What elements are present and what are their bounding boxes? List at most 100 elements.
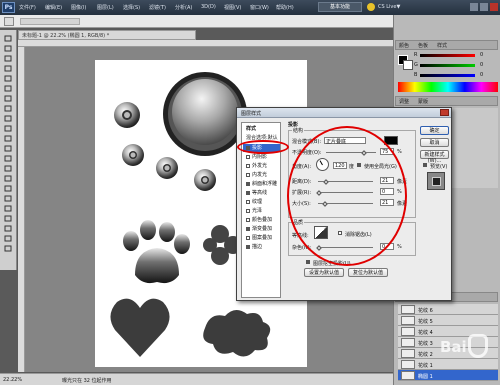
tool-icon[interactable] [3, 134, 13, 143]
tool-icon[interactable] [3, 204, 13, 213]
style-item[interactable]: 外发光 [243, 162, 280, 170]
menu-image[interactable]: 图像(I) [71, 4, 86, 11]
style-checkbox[interactable] [246, 154, 250, 159]
tool-icon[interactable] [3, 214, 13, 223]
cslive-button[interactable]: CS Live▼ [378, 4, 400, 10]
style-checkbox[interactable] [246, 226, 250, 231]
tool-icon[interactable] [3, 114, 13, 123]
r-slider[interactable] [420, 54, 475, 57]
tool-preset-icon[interactable] [4, 17, 14, 26]
menu-help[interactable]: 帮助(H) [276, 4, 294, 11]
splat-shape [203, 309, 271, 357]
tool-icon[interactable] [3, 164, 13, 173]
style-checkbox[interactable] [246, 244, 250, 249]
style-checkbox[interactable] [246, 208, 250, 213]
style-checkbox[interactable] [246, 172, 250, 177]
style-item[interactable]: 等高线 [243, 189, 280, 197]
style-item[interactable]: 渐变叠加 [243, 225, 280, 233]
style-item[interactable]: 光泽 [243, 207, 280, 215]
background-color-swatch[interactable] [403, 60, 413, 70]
style-item-label: 纹理 [252, 199, 263, 205]
tab-color[interactable]: 颜色 [399, 42, 409, 49]
tool-icon[interactable] [3, 244, 13, 253]
tool-icon[interactable] [3, 94, 13, 103]
set-default-button[interactable]: 设置为默认值 [304, 268, 344, 277]
g-slider[interactable] [420, 64, 475, 67]
r-value[interactable]: 0 [480, 52, 483, 58]
option-controls[interactable] [20, 18, 80, 25]
layer-row[interactable]: 花纹 5 [398, 315, 498, 326]
workspace-button[interactable]: 基本功能 [318, 2, 362, 12]
preview-checkbox[interactable] [423, 163, 427, 167]
tab-masks[interactable]: 蒙版 [418, 98, 428, 105]
b-slider[interactable] [420, 74, 475, 77]
tool-icon[interactable] [3, 184, 13, 193]
zoom-level[interactable]: 22.22% [3, 377, 22, 383]
layer-row[interactable]: 花纹 6 [398, 304, 498, 315]
tab-styles[interactable]: 样式 [437, 42, 447, 49]
layer-row[interactable]: 椭圆 1 [398, 370, 498, 381]
tool-icon[interactable] [3, 64, 13, 73]
close-icon[interactable] [490, 3, 498, 11]
ok-button[interactable]: 确定 [420, 126, 449, 135]
menu-window[interactable]: 窗口(W) [250, 4, 269, 11]
style-item-label: 渐变叠加 [252, 226, 273, 232]
menu-analysis[interactable]: 分析(A) [175, 4, 192, 11]
style-item[interactable]: 斜面和浮雕 [243, 180, 280, 188]
style-checkbox[interactable] [246, 190, 250, 195]
style-checkbox[interactable] [246, 181, 250, 186]
style-item-label: 内阴影 [252, 154, 268, 160]
document-tab[interactable]: 未标题-1 @ 22.2% (椭圆 1, RGB/8) * [18, 30, 196, 40]
style-checkbox[interactable] [246, 217, 250, 222]
menu-3d[interactable]: 3D(D) [201, 4, 216, 10]
style-item-label: 颜色叠加 [252, 217, 273, 223]
heart-shape [110, 298, 170, 357]
tool-icon[interactable] [3, 154, 13, 163]
tool-icon[interactable] [3, 54, 13, 63]
tool-icon[interactable] [3, 84, 13, 93]
tab-adjustments[interactable]: 调整 [399, 98, 409, 105]
new-style-button[interactable]: 新建样式(W)... [420, 150, 449, 164]
tool-icon[interactable] [3, 34, 13, 43]
style-item-label: 光泽 [252, 208, 263, 214]
tool-icon[interactable] [3, 194, 13, 203]
style-checkbox[interactable] [246, 163, 250, 168]
color-spectrum[interactable] [398, 82, 498, 92]
adjustments-panel-tabs: 调整 蒙版 [395, 96, 498, 106]
menu-filter[interactable]: 滤镜(T) [149, 4, 166, 11]
tool-icon[interactable] [3, 174, 13, 183]
style-item[interactable]: 颜色叠加 [243, 216, 280, 224]
menu-edit[interactable]: 编辑(E) [45, 4, 62, 11]
style-item[interactable]: 描边 [243, 243, 280, 251]
style-checkbox[interactable] [246, 199, 250, 204]
style-item[interactable]: 内阴影 [243, 153, 280, 161]
style-list-header[interactable]: 样式 [243, 125, 280, 133]
menu-view[interactable]: 视图(V) [224, 4, 241, 11]
cancel-button[interactable]: 取消 [420, 138, 449, 147]
tool-icon[interactable] [3, 124, 13, 133]
tool-icon[interactable] [3, 144, 13, 153]
maximize-icon[interactable] [480, 3, 488, 11]
reset-default-button[interactable]: 复位为默认值 [348, 268, 388, 277]
tool-icon[interactable] [3, 74, 13, 83]
menu-select[interactable]: 选择(S) [123, 4, 140, 11]
minimize-icon[interactable] [470, 3, 478, 11]
knockout-checkbox[interactable] [306, 260, 310, 264]
menu-file[interactable]: 文件(F) [19, 4, 36, 11]
tool-icon[interactable] [3, 224, 13, 233]
g-value[interactable]: 0 [480, 62, 483, 68]
b-value[interactable]: 0 [480, 72, 483, 78]
menu-layer[interactable]: 图层(L) [97, 4, 114, 11]
style-checkbox[interactable] [246, 235, 250, 240]
tool-icon[interactable] [3, 234, 13, 243]
g-label: G [414, 62, 418, 68]
tool-icon[interactable] [3, 44, 13, 53]
style-item[interactable]: 图案叠加 [243, 234, 280, 242]
tab-swatches[interactable]: 色板 [418, 42, 428, 49]
style-item[interactable]: 纹理 [243, 198, 280, 206]
style-item[interactable]: 内发光 [243, 171, 280, 179]
layer-name: 花纹 6 [418, 308, 433, 314]
tool-icon[interactable] [3, 104, 13, 113]
dialog-close-icon[interactable] [440, 109, 449, 116]
style-item-label: 内发光 [252, 172, 268, 178]
